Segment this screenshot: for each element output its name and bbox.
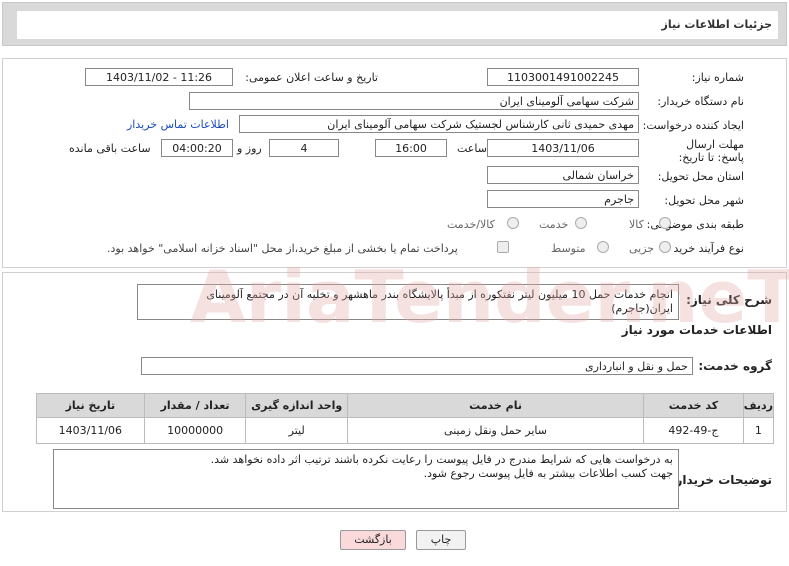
buyer-notes-line-1: به درخواست هایی که شرایط مندرج در فایل پ… [210,453,673,466]
cell-name: سایر حمل ونقل زمینی [346,417,645,444]
buyer-notes-line-2: جهت کسب اطلاعات بیشتر به فایل پیوست رجوع… [423,467,673,480]
announce-field: 1403/11/02 - 11:26 [85,68,233,86]
need-number-label: شماره نیاز: [691,71,744,84]
time-label: ساعت [457,142,487,155]
remaining-label: ساعت باقی مانده [69,142,151,155]
process-radio-medium[interactable] [597,241,609,253]
summary-line-2: ایران(جاجرم) [611,302,673,315]
province-field: خراسان شمالی [487,166,639,184]
category-radio-service[interactable] [575,217,587,229]
service-group-field: حمل و نقل و انبارداری [141,357,693,375]
province-label: استان محل تحویل: [657,170,744,183]
announce-label: تاریخ و ساعت اعلان عمومی: [245,71,378,84]
deadline-time-field: 16:00 [375,139,447,157]
page: جزئیات اطلاعات نیاز شماره نیاز: 11030014… [0,0,789,566]
col-unit: واحد اندازه گیری [245,393,348,418]
col-qty: تعداد / مقدار [143,393,247,418]
services-section-title: اطلاعات خدمات مورد نیاز [621,323,772,337]
payment-checkbox[interactable] [497,241,509,253]
print-button[interactable]: چاپ [416,530,466,550]
deadline-date-field: 1403/11/06 [487,139,639,157]
title-band: جزئیات اطلاعات نیاز [17,11,778,39]
back-button[interactable]: بازگشت [340,530,406,550]
cell-unit: لیتر [245,417,348,444]
days-label: روز و [237,142,262,155]
process-radio-minor[interactable] [659,241,671,253]
cell-qty: 10000000 [143,417,247,444]
page-title: جزئیات اطلاعات نیاز [661,18,773,31]
col-index: ردیف [742,393,775,418]
services-panel: شرح کلی نیاز: انجام خدمات حمل 10 میلیون … [2,272,787,512]
city-field: جاجرم [487,190,639,208]
summary-label: شرح کلی نیاز: [686,293,772,307]
table-row: 1 ج-49-492 سایر حمل ونقل زمینی لیتر 1000… [36,417,775,444]
process-option-medium: متوسط [551,242,586,255]
header-bar: جزئیات اطلاعات نیاز [2,2,787,46]
days-field: 4 [269,139,339,157]
deadline-label: مهلت ارسال پاسخ: تا تاریخ: [678,138,744,164]
cell-index: 1 [742,417,775,444]
service-group-label: گروه خدمت: [698,359,772,373]
category-option-goods: کالا [629,218,644,231]
creator-field: مهدی حمیدی ثانی کارشناس لجستیک شرکت سهام… [239,115,639,133]
category-radio-both[interactable] [507,217,519,229]
details-panel: شماره نیاز: 1103001491002245 تاریخ و ساع… [2,58,787,268]
table-header-row: ردیف کد خدمت نام خدمت واحد اندازه گیری ت… [36,393,775,418]
category-option-service: خدمت [539,218,569,231]
remaining-time-field: 04:00:20 [161,139,233,157]
cell-code: ج-49-492 [643,417,744,444]
buyer-org-label: نام دستگاه خریدار: [657,95,744,108]
need-number-field: 1103001491002245 [487,68,639,86]
summary-line-1: انجام خدمات حمل 10 میلیون لیتر نفتکوره ا… [206,288,673,301]
col-code: کد خدمت [643,393,744,418]
category-radio-goods[interactable] [659,217,671,229]
col-name: نام خدمت [346,393,645,418]
services-table: ردیف کد خدمت نام خدمت واحد اندازه گیری ت… [36,393,775,444]
summary-text: انجام خدمات حمل 10 میلیون لیتر نفتکوره ا… [137,284,679,320]
cell-date: 1403/11/06 [36,417,145,444]
payment-note: پرداخت تمام یا بخشی از مبلغ خرید،از محل … [107,242,458,255]
buyer-notes-label: توضیحات خریدار: [670,473,772,487]
buyer-org-field: شرکت سهامی آلومینای ایران [189,92,639,110]
process-option-minor: جزیی [629,242,655,255]
buyer-notes-text: به درخواست هایی که شرایط مندرج در فایل پ… [53,449,679,509]
buyer-contact-link[interactable]: اطلاعات تماس خریدار [127,118,229,131]
process-label: نوع فرآیند خرید : [666,242,744,255]
col-date: تاریخ نیاز [36,393,145,418]
category-option-both: کالا/خدمت [447,218,495,231]
city-label: شهر محل تحویل: [664,194,744,207]
creator-label: ایجاد کننده درخواست: [642,119,744,132]
